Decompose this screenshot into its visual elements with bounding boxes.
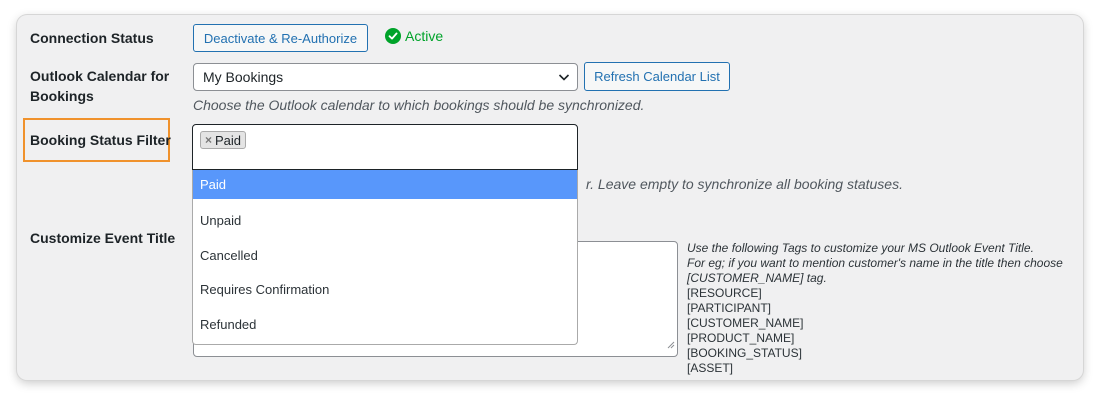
- remove-tag-icon[interactable]: ×: [205, 133, 212, 147]
- help-line-1: Use the following Tags to customize your…: [687, 241, 1034, 255]
- status-filter-description: r. Leave empty to synchronize all bookin…: [586, 176, 903, 192]
- settings-panel: Connection Status Deactivate & Re-Author…: [17, 15, 1083, 380]
- resize-grip-icon[interactable]: [667, 336, 675, 354]
- tag-customer-name: [CUSTOMER_NAME]: [687, 316, 804, 330]
- option-requires-confirmation[interactable]: Requires Confirmation: [193, 274, 577, 304]
- connection-status-label: Connection Status: [30, 30, 154, 46]
- connection-status-indicator: Active: [385, 28, 443, 44]
- refresh-calendar-list-button[interactable]: Refresh Calendar List: [584, 62, 730, 91]
- booking-status-filter-label: Booking Status Filter: [30, 132, 171, 148]
- option-paid[interactable]: Paid: [193, 170, 577, 199]
- deactivate-reauthorize-button[interactable]: Deactivate & Re-Authorize: [193, 24, 368, 52]
- help-line-3: [CUSTOMER_NAME] tag.: [687, 271, 827, 285]
- outlook-calendar-label-line1: Outlook Calendar for: [30, 68, 170, 84]
- event-title-help: Use the following Tags to customize your…: [687, 241, 1063, 376]
- calendar-select-value: My Bookings: [203, 69, 284, 85]
- calendar-select[interactable]: My Bookings: [193, 63, 578, 91]
- outlook-calendar-label-line2: Bookings: [30, 88, 94, 104]
- selected-tag-paid[interactable]: × Paid: [200, 131, 247, 149]
- check-circle-icon: [385, 28, 401, 44]
- status-filter-multiselect[interactable]: × Paid: [192, 124, 578, 170]
- option-unpaid[interactable]: Unpaid: [193, 205, 577, 235]
- tag-product-name: [PRODUCT_NAME]: [687, 331, 795, 345]
- option-cancelled[interactable]: Cancelled: [193, 240, 577, 270]
- help-line-2: For eg; if you want to mention customer'…: [687, 256, 1063, 270]
- tag-resource: [RESOURCE]: [687, 286, 762, 300]
- calendar-description: Choose the Outlook calendar to which boo…: [193, 97, 645, 113]
- selected-tag-label: Paid: [215, 132, 242, 148]
- option-refunded[interactable]: Refunded: [193, 309, 577, 339]
- tag-asset: [ASSET]: [687, 361, 734, 375]
- chevron-down-icon: [557, 70, 571, 87]
- tag-booking-status: [BOOKING_STATUS]: [687, 346, 802, 360]
- status-filter-dropdown: Paid Unpaid Cancelled Requires Confirmat…: [192, 170, 578, 345]
- status-text: Active: [405, 28, 444, 44]
- customize-event-title-label: Customize Event Title: [30, 230, 176, 246]
- tag-participant: [PARTICIPANT]: [687, 301, 772, 315]
- outlook-calendar-label: Outlook Calendar for Bookings: [30, 66, 169, 106]
